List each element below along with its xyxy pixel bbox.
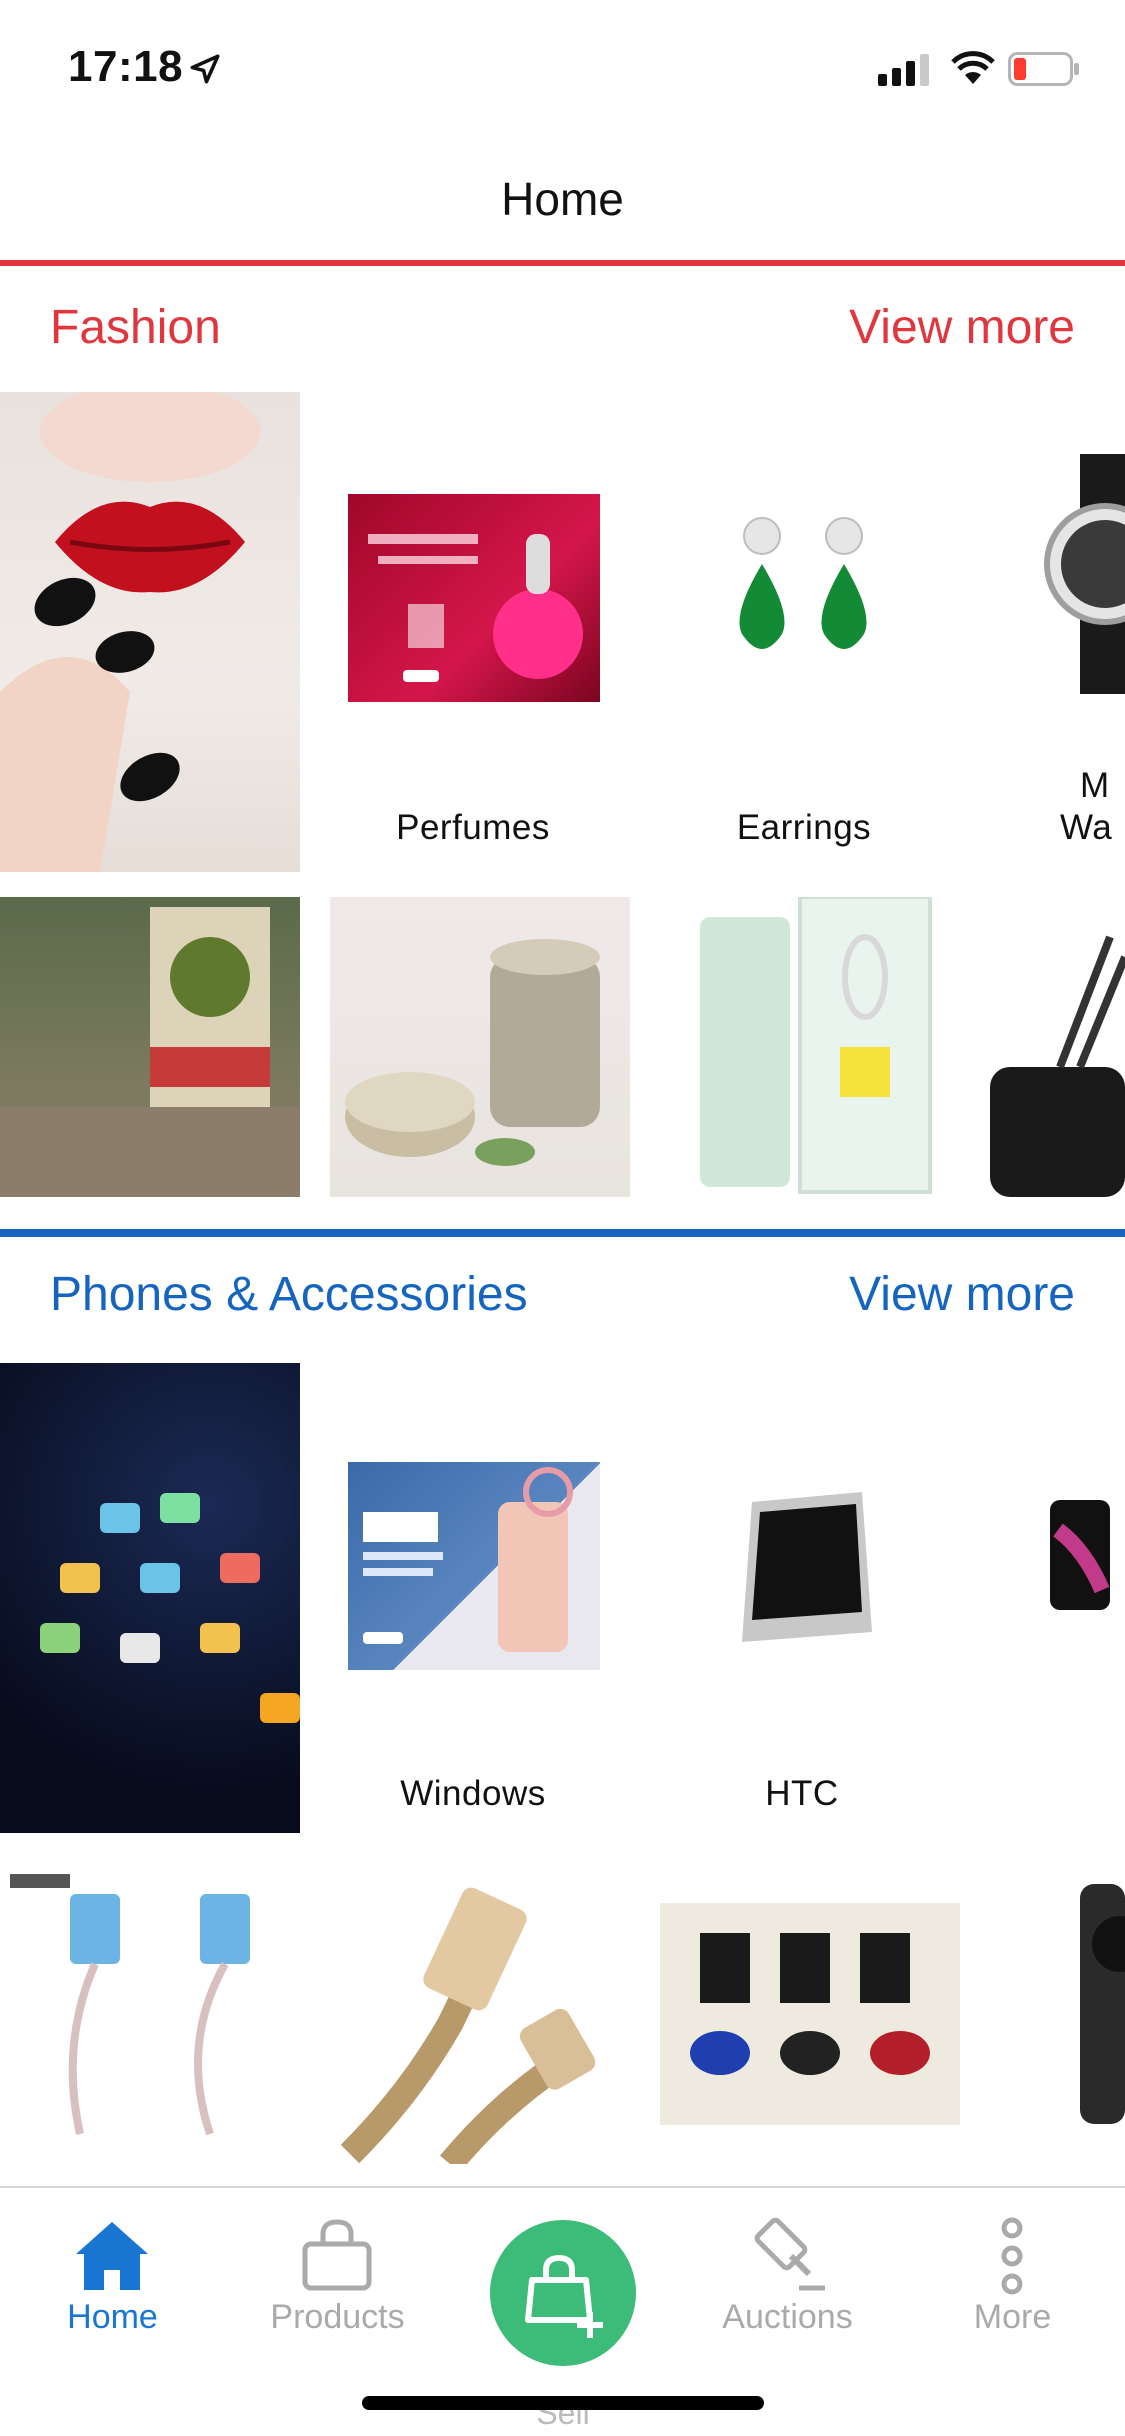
lg-phone-image[interactable] bbox=[1040, 1490, 1125, 1650]
status-bar: 17:18 bbox=[0, 0, 1125, 132]
kitchen-pot-image bbox=[990, 935, 1125, 1197]
fashion-product-3[interactable] bbox=[660, 897, 960, 1197]
fashion-section-header: Fashion View more bbox=[0, 270, 1125, 380]
category-label-windows[interactable]: Windows bbox=[323, 1774, 623, 1814]
category-label-earrings[interactable]: Earrings bbox=[654, 808, 954, 848]
navigation-bar: Home bbox=[0, 132, 1125, 266]
tab-home[interactable]: Home bbox=[0, 2188, 225, 2368]
tab-more-label: More bbox=[973, 2298, 1052, 2336]
book-on-bench-image bbox=[0, 907, 300, 1197]
battery-low-icon bbox=[1008, 52, 1079, 86]
tab-auctions[interactable]: Auctions bbox=[675, 2188, 900, 2368]
category-label-partial-2[interactable]: Wa bbox=[1060, 808, 1125, 848]
phones-view-more-link[interactable]: View more bbox=[849, 1267, 1075, 1322]
headphones-set-image bbox=[690, 1933, 930, 2075]
phone-product-3[interactable] bbox=[660, 1903, 960, 2125]
usb-lightning-cable-image bbox=[340, 1887, 596, 2164]
perfume-box-image bbox=[700, 897, 932, 1194]
phone-product-4[interactable] bbox=[1060, 1864, 1125, 2164]
more-vertical-icon bbox=[1001, 2217, 1023, 2295]
tab-products[interactable]: Products bbox=[225, 2188, 450, 2368]
category-label-partial-1[interactable]: M bbox=[1080, 766, 1125, 806]
tab-auctions-label: Auctions bbox=[722, 2298, 853, 2336]
cellular-signal-icon bbox=[878, 54, 929, 86]
tab-products-label: Products bbox=[270, 2298, 405, 2336]
phone-holder-image bbox=[10, 1874, 250, 2136]
category-label-htc[interactable]: HTC bbox=[652, 1774, 952, 1814]
tab-more[interactable]: More bbox=[900, 2188, 1125, 2368]
home-indicator[interactable] bbox=[362, 2396, 764, 2410]
camera-lens-image bbox=[1080, 1884, 1125, 2124]
shopping-bag-icon bbox=[302, 2219, 372, 2291]
watch-image[interactable] bbox=[1020, 454, 1125, 694]
perfume-bottle-image bbox=[368, 534, 583, 682]
wifi-icon bbox=[951, 51, 995, 84]
fashion-section-title: Fashion bbox=[50, 301, 221, 354]
curved-smartphone-image bbox=[1050, 1500, 1110, 1610]
phone-headphones-image bbox=[363, 1467, 573, 1652]
perfume-promo-image[interactable] bbox=[348, 494, 600, 702]
section-divider bbox=[0, 1229, 1125, 1237]
htc-phone-image[interactable] bbox=[672, 1462, 932, 1670]
phone-product-2[interactable] bbox=[330, 1864, 630, 2164]
category-label-perfumes[interactable]: Perfumes bbox=[323, 808, 623, 848]
emerald-earrings-image bbox=[739, 517, 867, 649]
page-title: Home bbox=[501, 173, 624, 225]
location-arrow-icon bbox=[190, 54, 220, 84]
fashion-view-more-link[interactable]: View more bbox=[849, 300, 1075, 355]
cosmetic-tins-image bbox=[345, 939, 600, 1166]
tab-home-label: Home bbox=[67, 2298, 158, 2336]
phone-case-promo-image[interactable] bbox=[348, 1462, 600, 1670]
fashion-product-1[interactable] bbox=[0, 897, 300, 1197]
fashion-banner-image[interactable] bbox=[0, 392, 300, 872]
phones-section-header: Phones & Accessories View more bbox=[0, 1237, 1125, 1347]
earrings-image[interactable] bbox=[672, 494, 932, 702]
sell-button[interactable] bbox=[490, 2220, 636, 2366]
phones-banner-image[interactable] bbox=[0, 1363, 300, 1833]
status-time: 17:18 bbox=[68, 42, 184, 91]
home-icon bbox=[76, 2222, 148, 2290]
smartphone-homescreen-image bbox=[40, 1493, 300, 1723]
wristwatch-image bbox=[1044, 454, 1125, 694]
lips-nails-image bbox=[0, 392, 260, 872]
bag-plus-icon bbox=[525, 2254, 603, 2338]
gavel-icon bbox=[754, 2217, 825, 2291]
fashion-product-2[interactable] bbox=[330, 897, 630, 1197]
htc-smartphone-image bbox=[742, 1492, 872, 1642]
fashion-product-4[interactable] bbox=[990, 897, 1125, 1197]
phone-product-1[interactable] bbox=[0, 1864, 300, 2164]
phones-section-title: Phones & Accessories bbox=[50, 1268, 528, 1321]
